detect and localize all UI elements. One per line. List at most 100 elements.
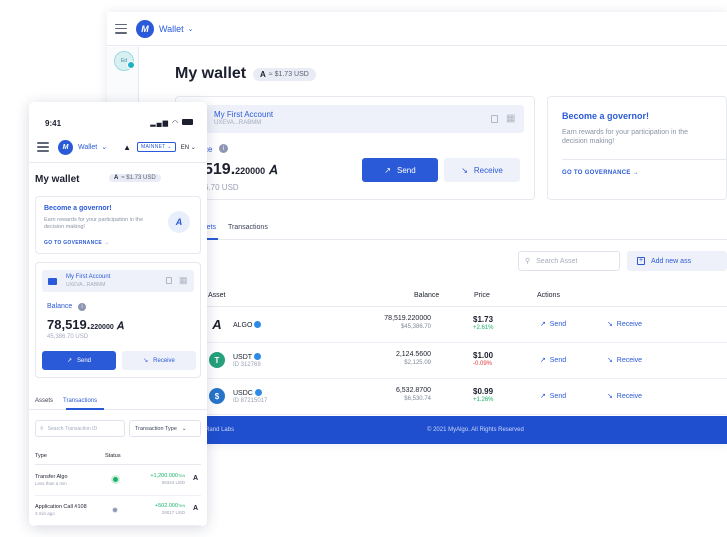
chevron-down-icon: ⌄ xyxy=(181,425,187,432)
bell-icon[interactable]: ▲ xyxy=(123,143,131,152)
column-header-price: Price xyxy=(474,292,490,299)
usdc-icon: $ xyxy=(209,388,225,404)
verified-icon xyxy=(254,321,262,328)
arrow-down-right-icon: ↘ xyxy=(143,358,149,364)
table-row[interactable]: Transfer Algo Less than a min +1,200.000… xyxy=(35,466,201,496)
menu-icon[interactable] xyxy=(115,23,127,34)
column-header-asset: Asset xyxy=(208,292,226,299)
asset-price-change: +2.61% xyxy=(473,325,494,331)
tab-transactions[interactable]: Transactions xyxy=(63,398,97,404)
governance-illustration-icon: A xyxy=(168,211,190,233)
add-asset-button[interactable]: + Add new ass xyxy=(627,251,727,271)
chevron-down-icon[interactable]: ⌄ xyxy=(188,25,194,33)
tab-transactions[interactable]: Transactions xyxy=(228,224,268,231)
myalgo-logo-icon: M xyxy=(136,19,154,38)
balance-amount: 78,519.220000 𝘈 xyxy=(47,317,125,332)
asset-price: $1.73 xyxy=(473,315,494,324)
send-button[interactable]: ↗ Send xyxy=(42,351,116,370)
account-selector[interactable]: My First Account UXEVA...RABMM ▦ xyxy=(42,270,194,292)
account-address: UXEVA...RABMM xyxy=(214,120,262,126)
wallet-icon xyxy=(48,278,57,285)
search-transaction-input[interactable]: ⚲ Search Transaction ID xyxy=(35,420,125,437)
account-card: My First Account UXEVA...RABMM ▦ Balance… xyxy=(35,262,201,378)
chevron-down-icon[interactable]: ⌄ xyxy=(101,143,107,151)
asset-balance-usd: $6,530.74 xyxy=(404,396,431,402)
column-header-type: Type xyxy=(35,453,47,459)
qr-code-icon[interactable]: ▦ xyxy=(506,114,515,124)
algo-icon: A xyxy=(260,70,266,79)
page-title: My wallet xyxy=(35,174,80,185)
governance-title: Become a governor! xyxy=(44,205,112,212)
transaction-time: Less than a min xyxy=(35,481,67,486)
info-icon[interactable]: i xyxy=(219,144,228,153)
asset-send-button[interactable]: ↗ Send xyxy=(540,320,566,328)
footer: © Rand Labs © 2021 MyAlgo. All Rights Re… xyxy=(195,416,727,444)
table-row: A ALGO 78,519.220000 $45,386.70 $1.73 +2… xyxy=(195,307,727,343)
search-icon: ⚲ xyxy=(525,258,531,265)
asset-send-button[interactable]: ↗ Send xyxy=(540,356,566,364)
account-address: UXEVA...RABMM xyxy=(66,282,106,288)
asset-receive-button[interactable]: ↘ Receive xyxy=(607,356,642,364)
algo-icon: 𝘈 xyxy=(269,163,278,177)
asset-price-change: -0.09% xyxy=(473,361,493,367)
search-icon: ⚲ xyxy=(40,425,44,432)
divider xyxy=(562,159,727,160)
mobile-top-bar: M Wallet ⌄ ▲ MAINNET ⌄ EN ⌄ xyxy=(37,137,203,157)
table-row: T USDT ID 312769 2,124.5600 $2,125.09 $1… xyxy=(195,343,727,379)
myalgo-logo-icon: M xyxy=(58,139,73,155)
asset-receive-button[interactable]: ↘ Receive xyxy=(607,392,642,400)
asset-name: USDC xyxy=(233,389,262,397)
arrow-up-right-icon: ↗ xyxy=(66,358,72,364)
asset-balance: 6,532.8700 xyxy=(395,387,431,394)
divider xyxy=(29,162,207,163)
table-row[interactable]: Application Call #108 3 min ago +502.000… xyxy=(35,496,201,526)
receive-button[interactable]: ↘ Receive xyxy=(444,158,520,182)
asset-balance: 78,519.220000 xyxy=(384,315,431,322)
transaction-type-select[interactable]: Transaction Type ⌄ xyxy=(129,420,201,437)
receive-button[interactable]: ↘ Receive xyxy=(122,351,196,370)
governance-description: Earn rewards for your participation in t… xyxy=(44,217,144,230)
verified-icon xyxy=(254,353,262,360)
info-icon[interactable]: i xyxy=(78,303,86,311)
network-selector[interactable]: MAINNET ⌄ xyxy=(137,142,176,152)
language-selector[interactable]: EN ⌄ xyxy=(181,144,196,151)
online-dot-icon xyxy=(127,61,135,69)
algo-icon: A xyxy=(192,505,198,512)
transaction-amount: +1,200.000TKN xyxy=(150,473,185,479)
algo-icon: A xyxy=(212,316,222,332)
asset-send-button[interactable]: ↗ Send xyxy=(540,392,566,400)
divider xyxy=(195,239,727,240)
menu-icon[interactable] xyxy=(37,142,49,152)
account-card: My First Account UXEVA...RABMM ▦ ce i 51… xyxy=(175,96,535,200)
search-asset-input[interactable]: ⚲ Search Asset xyxy=(518,251,620,271)
status-time: 9:41 xyxy=(45,119,62,128)
asset-price: $0.99 xyxy=(473,387,494,396)
tabs: Assets Transactions xyxy=(35,398,97,404)
transaction-amount: +502.000TKN xyxy=(154,503,185,509)
algo-price-badge: A ≈ $1.73 USD xyxy=(253,68,316,81)
asset-id: ID 312769 xyxy=(233,362,261,368)
send-button[interactable]: ↗ Send xyxy=(362,158,438,182)
verified-icon xyxy=(254,389,262,396)
governance-description: Earn rewards for your participation in t… xyxy=(562,129,689,145)
balance-amount: 519.220000 𝘈 xyxy=(204,161,278,178)
asset-price: $1.00 xyxy=(473,351,494,360)
tab-assets[interactable]: Assets xyxy=(35,398,53,404)
qr-code-icon[interactable]: ▦ xyxy=(179,276,188,285)
wallet-switcher[interactable]: Wallet xyxy=(78,144,97,151)
governance-link[interactable]: GO TO GOVERNANCE → xyxy=(562,170,639,176)
account-selector[interactable]: My First Account UXEVA...RABMM ▦ xyxy=(184,105,524,133)
account-name: My First Account xyxy=(214,110,274,119)
copy-icon[interactable] xyxy=(166,277,172,284)
usdt-icon: T xyxy=(209,352,225,368)
algo-price-badge: A ≈ $1.73 USD xyxy=(109,174,161,182)
asset-balance-usd: $45,386.70 xyxy=(400,324,431,330)
transaction-time: 3 min ago xyxy=(35,511,55,516)
copy-icon[interactable] xyxy=(491,115,498,123)
status-pending-icon xyxy=(112,507,118,513)
divider xyxy=(29,409,207,410)
wifi-icon: ◠ xyxy=(171,120,180,127)
wallet-switcher[interactable]: Wallet xyxy=(159,24,184,34)
governance-link[interactable]: GO TO GOVERNANCE → xyxy=(44,240,109,246)
asset-receive-button[interactable]: ↘ Receive xyxy=(607,320,642,328)
